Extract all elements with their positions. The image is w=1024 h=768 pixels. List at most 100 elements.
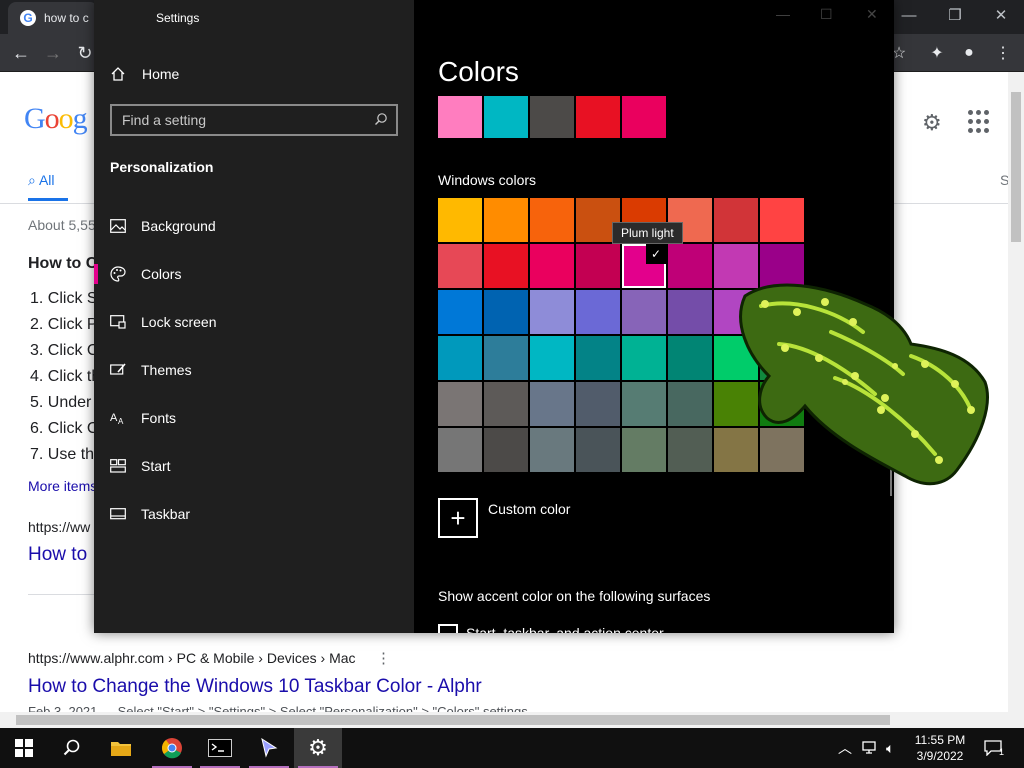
forward-arrow-icon[interactable]: → <box>40 40 66 66</box>
terminal-taskbar-icon[interactable] <box>196 728 244 768</box>
color-swatch[interactable] <box>438 244 482 288</box>
horizontal-scrollbar[interactable] <box>0 712 1008 728</box>
recent-color-swatch[interactable] <box>530 96 574 138</box>
browser-tab[interactable]: G how to c <box>8 2 98 34</box>
color-swatch[interactable] <box>576 336 620 380</box>
start-taskbar-checkbox[interactable] <box>438 624 458 633</box>
vertical-scrollbar[interactable] <box>1008 72 1024 728</box>
color-swatch[interactable] <box>530 244 574 288</box>
palette-icon <box>110 266 126 282</box>
sidebar-item-label: Fonts <box>141 410 177 426</box>
google-logo: Goog <box>24 102 88 135</box>
search-icon[interactable] <box>374 112 388 129</box>
color-swatch[interactable] <box>530 290 574 334</box>
color-swatch[interactable] <box>438 336 482 380</box>
chrome-taskbar-icon[interactable] <box>148 728 196 768</box>
color-swatch[interactable] <box>668 336 712 380</box>
recent-color-swatch[interactable] <box>484 96 528 138</box>
sidebar-item-lock-screen[interactable]: Lock screen <box>94 302 414 342</box>
color-swatch[interactable] <box>530 382 574 426</box>
tray-chevron-up-icon[interactable]: ︿ <box>838 728 852 768</box>
sidebar-item-start[interactable]: Start <box>94 446 414 486</box>
pointer-app-taskbar-icon[interactable] <box>245 728 293 768</box>
color-swatch[interactable] <box>668 290 712 334</box>
start-taskbar-checkbox-label[interactable]: Start, taskbar, and action center <box>466 625 664 633</box>
back-arrow-icon[interactable]: ← <box>8 40 34 66</box>
tab-all[interactable]: ⌕ All <box>28 172 55 189</box>
color-swatch[interactable] <box>622 290 666 334</box>
file-explorer-icon[interactable] <box>97 728 145 768</box>
network-icon[interactable] <box>862 728 880 768</box>
color-swatch[interactable]: ✓ <box>622 244 666 288</box>
color-swatch[interactable] <box>668 244 712 288</box>
settings-maximize-button[interactable]: ☐ <box>820 6 833 23</box>
chrome-menu-icon[interactable]: ⋮ <box>990 40 1016 66</box>
result-more-icon[interactable]: ⋮ <box>376 649 391 667</box>
color-swatch[interactable] <box>438 382 482 426</box>
result-cite: https://ww <box>28 519 91 535</box>
color-swatch[interactable] <box>438 428 482 472</box>
windows-logo-icon <box>15 739 33 757</box>
find-setting-input[interactable] <box>122 112 374 128</box>
sidebar-item-colors[interactable]: Colors <box>94 254 414 294</box>
color-swatch[interactable] <box>530 336 574 380</box>
settings-minimize-button[interactable]: — <box>776 6 790 22</box>
recent-color-swatch[interactable] <box>438 96 482 138</box>
color-swatch[interactable] <box>484 198 528 242</box>
recent-color-swatch[interactable] <box>576 96 620 138</box>
color-swatch[interactable] <box>438 198 482 242</box>
recent-color-swatch[interactable] <box>622 96 666 138</box>
color-swatch[interactable] <box>760 198 804 242</box>
settings-taskbar-icon[interactable]: ⚙ <box>294 728 342 768</box>
color-swatch[interactable] <box>484 290 528 334</box>
home-nav-item[interactable]: Home <box>110 62 179 86</box>
show-accent-heading: Show accent color on the following surfa… <box>438 588 711 604</box>
color-swatch[interactable] <box>714 198 758 242</box>
color-swatch[interactable] <box>622 336 666 380</box>
color-swatch[interactable] <box>530 198 574 242</box>
result-link-alphr[interactable]: How to Change the Windows 10 Taskbar Col… <box>28 676 482 698</box>
browser-close-button[interactable]: ✕ <box>978 0 1024 30</box>
sidebar-item-taskbar[interactable]: Taskbar <box>94 494 414 534</box>
action-center-icon[interactable]: 1 <box>984 728 1004 768</box>
browser-restore-button[interactable]: ❐ <box>932 0 978 30</box>
color-swatch[interactable] <box>484 336 528 380</box>
color-swatch[interactable] <box>484 382 528 426</box>
sidebar-item-background[interactable]: Background <box>94 206 414 246</box>
custom-color-button[interactable]: + <box>438 498 478 538</box>
google-settings-gear-icon[interactable]: ⚙ <box>922 110 942 136</box>
color-swatch[interactable] <box>622 382 666 426</box>
result-link[interactable]: How to <box>28 544 87 566</box>
volume-icon[interactable]: 🔈︎ <box>886 728 894 768</box>
taskbar-search-icon[interactable] <box>48 728 96 768</box>
color-swatch[interactable] <box>668 382 712 426</box>
more-items-link[interactable]: More items <box>28 478 97 494</box>
google-apps-grid-icon[interactable] <box>968 110 992 134</box>
profile-icon[interactable]: ● <box>956 40 982 66</box>
sidebar-item-themes[interactable]: Themes <box>94 350 414 390</box>
extensions-icon[interactable]: ✦ <box>924 40 950 66</box>
horizontal-scroll-thumb[interactable] <box>16 715 890 725</box>
svg-text:A: A <box>110 412 118 424</box>
themes-icon <box>110 362 126 378</box>
color-swatch[interactable] <box>668 428 712 472</box>
color-swatch[interactable] <box>438 290 482 334</box>
start-button[interactable] <box>0 728 48 768</box>
color-swatch[interactable] <box>576 428 620 472</box>
color-swatch[interactable] <box>576 290 620 334</box>
sidebar-item-fonts[interactable]: A A Fonts <box>94 398 414 438</box>
custom-color-label[interactable]: Custom color <box>488 501 570 517</box>
image-icon <box>110 218 126 234</box>
color-swatch[interactable] <box>530 428 574 472</box>
settings-close-button[interactable]: ✕ <box>866 6 878 23</box>
cactus-cursor-icon <box>739 283 989 486</box>
result-cite-alphr: https://www.alphr.com › PC & Mobile › De… <box>28 650 356 666</box>
color-swatch[interactable] <box>484 244 528 288</box>
color-swatch[interactable] <box>576 244 620 288</box>
color-swatch[interactable] <box>576 382 620 426</box>
color-swatch[interactable] <box>484 428 528 472</box>
settings-search-box[interactable] <box>110 104 398 136</box>
color-swatch[interactable] <box>622 428 666 472</box>
system-clock[interactable]: 11:55 PM 3/9/2022 <box>900 732 980 764</box>
vertical-scroll-thumb[interactable] <box>1011 92 1021 242</box>
